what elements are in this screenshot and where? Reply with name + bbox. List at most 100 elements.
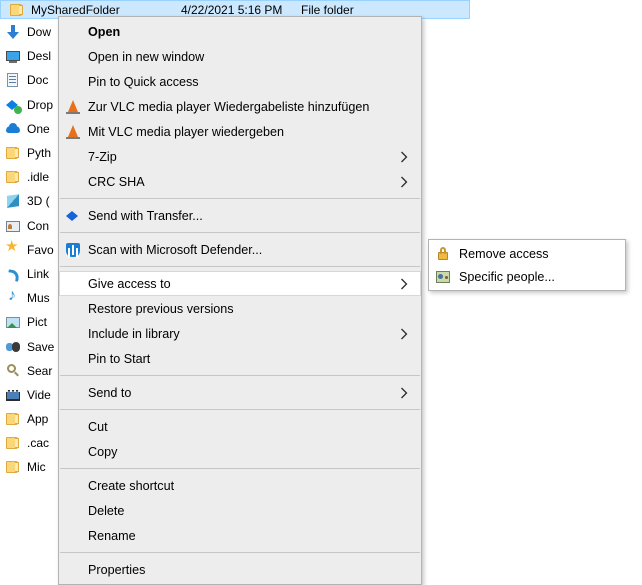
context-menu-item-label: Zur VLC media player Wiedergabeliste hin… — [88, 100, 369, 114]
file-date-cell: 4/22/2021 5:16 PM — [181, 3, 301, 17]
vlc-icon-slot — [65, 99, 87, 115]
nav-pane-item-label: Dow — [27, 25, 51, 39]
context-menu-item[interactable]: Copy — [59, 439, 421, 464]
desktop-icon — [5, 48, 21, 64]
vlc-icon — [65, 124, 81, 140]
menu-item-icon-slot-empty — [65, 503, 87, 519]
menu-item-icon-slot-empty — [65, 301, 87, 317]
context-menu-item[interactable]: Open — [59, 19, 421, 44]
context-menu-item[interactable]: Zur VLC media player Wiedergabeliste hin… — [59, 94, 421, 119]
nav-pane-item-label: Desl — [27, 49, 51, 63]
searches-icon — [5, 363, 21, 379]
context-menu-item[interactable]: Properties — [59, 557, 421, 582]
context-menu-item[interactable]: Cut — [59, 414, 421, 439]
menu-separator — [60, 552, 420, 553]
vlc-icon — [65, 99, 81, 115]
download-icon-wrap — [5, 24, 21, 40]
context-menu-item[interactable]: Mit VLC media player wiedergeben — [59, 119, 421, 144]
nav-pane-item-label: Save — [27, 340, 54, 354]
download-icon — [5, 24, 21, 40]
context-menu[interactable]: Open Open in new window Pin to Quick acces… — [58, 16, 422, 585]
context-menu-item-label: Send with Transfer... — [88, 209, 203, 223]
context-menu-item[interactable]: Create shortcut — [59, 473, 421, 498]
nav-pane-item-label: Mic — [27, 460, 46, 474]
contacts-icon — [5, 218, 21, 234]
menu-item-icon-slot-empty — [65, 478, 87, 494]
context-menu-item-label: Pin to Quick access — [88, 75, 199, 89]
defender-shield-icon-slot — [65, 242, 87, 258]
desktop-icon-wrap — [5, 48, 21, 64]
menu-separator — [60, 468, 420, 469]
context-menu-item-label: Rename — [88, 529, 136, 543]
music-icon-wrap — [5, 290, 21, 306]
onedrive-icon — [5, 121, 21, 137]
dropbox-icon-wrap — [5, 97, 21, 113]
menu-item-icon-slot-empty — [65, 326, 87, 342]
favorites-star-icon — [5, 242, 21, 258]
nav-pane-item-label: Drop — [27, 98, 53, 112]
folder-icon — [5, 169, 21, 185]
chevron-right-icon — [400, 328, 408, 340]
sync-check-badge — [14, 106, 22, 114]
context-menu-item[interactable]: Pin to Quick access — [59, 69, 421, 94]
people-icon-slot — [435, 269, 457, 285]
nav-pane-item-label: Vide — [27, 388, 51, 402]
context-menu-item[interactable]: Rename — [59, 523, 421, 548]
menu-item-icon-slot-empty — [65, 276, 87, 292]
pictures-icon-wrap — [5, 314, 21, 330]
context-menu-item[interactable]: CRC SHA — [59, 169, 421, 194]
file-name-text: MySharedFolder — [31, 3, 120, 17]
menu-item-icon-slot-empty — [65, 174, 87, 190]
context-menu-item[interactable]: Pin to Start — [59, 346, 421, 371]
menu-item-icon-slot-empty — [65, 351, 87, 367]
submenu-item[interactable]: Specific people... — [429, 265, 625, 288]
links-icon-wrap — [5, 266, 21, 282]
dropbox-transfer-icon-slot — [65, 208, 87, 224]
context-menu-item[interactable]: Restore previous versions — [59, 296, 421, 321]
menu-item-icon-slot-empty — [65, 562, 87, 578]
documents-icon-wrap — [5, 72, 21, 88]
nav-pane-item-label: Con — [27, 219, 49, 233]
onedrive-icon-wrap — [5, 121, 21, 137]
context-menu-item-label: Send to — [88, 386, 131, 400]
context-menu-item[interactable]: Give access to — [59, 271, 421, 296]
menu-item-icon-slot-empty — [65, 24, 87, 40]
saved-games-icon-wrap — [5, 339, 21, 355]
videos-icon-wrap — [5, 387, 21, 403]
submenu-item[interactable]: Remove access — [429, 242, 625, 265]
context-menu-item[interactable]: Open in new window — [59, 44, 421, 69]
folder-icon — [5, 145, 21, 161]
menu-item-icon-slot-empty — [65, 528, 87, 544]
context-menu-item-label: Include in library — [88, 327, 180, 341]
give-access-to-submenu[interactable]: Remove access Specific people... — [428, 239, 626, 291]
chevron-right-icon — [400, 387, 408, 399]
documents-icon — [5, 72, 21, 88]
menu-separator — [60, 375, 420, 376]
context-menu-item-label: Cut — [88, 420, 108, 434]
nav-pane-item-label: .idle — [27, 170, 49, 184]
chevron-right-icon — [400, 151, 408, 163]
context-menu-item-label: Open in new window — [88, 50, 204, 64]
context-menu-item[interactable]: Scan with Microsoft Defender... — [59, 237, 421, 262]
context-menu-item-label: Give access to — [88, 277, 171, 291]
context-menu-item-label: Scan with Microsoft Defender... — [88, 243, 262, 257]
videos-icon — [5, 387, 21, 403]
context-menu-item[interactable]: Delete — [59, 498, 421, 523]
submenu-item-label: Specific people... — [459, 270, 555, 284]
chevron-right-icon — [400, 278, 408, 290]
nav-pane-item-label: Mus — [27, 291, 50, 305]
menu-item-icon-slot-empty — [65, 419, 87, 435]
context-menu-item[interactable]: Send with Transfer... — [59, 203, 421, 228]
menu-item-icon-slot-empty — [65, 49, 87, 65]
nav-pane-item-label: One — [27, 122, 50, 136]
context-menu-item[interactable]: 7-Zip — [59, 144, 421, 169]
menu-separator — [60, 409, 420, 410]
context-menu-item-label: Restore previous versions — [88, 302, 234, 316]
menu-separator — [60, 198, 420, 199]
3d-objects-icon — [5, 193, 21, 209]
context-menu-item[interactable]: Include in library — [59, 321, 421, 346]
nav-pane-item-label: App — [27, 412, 48, 426]
context-menu-item[interactable]: Send to — [59, 380, 421, 405]
menu-separator — [60, 232, 420, 233]
chevron-right-icon — [400, 176, 408, 188]
